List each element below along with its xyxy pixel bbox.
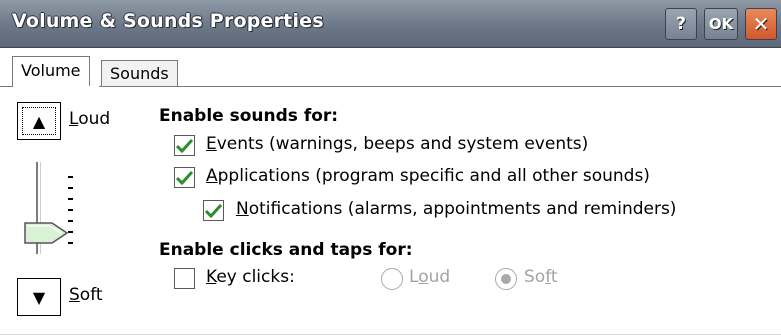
- volume-down-button[interactable]: ▼: [17, 278, 61, 316]
- enable-sounds-heading: Enable sounds for:: [159, 106, 339, 126]
- notifications-checkbox[interactable]: [203, 200, 224, 221]
- check-icon: [205, 203, 222, 218]
- enable-clicks-heading: Enable clicks and taps for:: [159, 240, 413, 260]
- close-icon: ✕: [752, 12, 770, 36]
- notifications-label[interactable]: Notifications (alarms, appointments and …: [236, 199, 676, 219]
- arrow-up-icon: ▲: [32, 111, 46, 131]
- slider-tick: [68, 209, 73, 211]
- tab-volume[interactable]: Volume: [12, 56, 90, 87]
- slider-tick: [68, 187, 73, 189]
- events-label[interactable]: Events (warnings, beeps and system event…: [206, 134, 588, 154]
- close-button[interactable]: ✕: [745, 8, 777, 40]
- help-button[interactable]: ?: [665, 8, 697, 40]
- key-clicks-loud-radio[interactable]: [381, 268, 403, 290]
- applications-checkbox[interactable]: [174, 167, 195, 188]
- applications-label[interactable]: Applications (program specific and all o…: [206, 166, 650, 186]
- window-title: Volume & Sounds Properties: [12, 10, 324, 32]
- key-clicks-loud-label: Loud: [409, 267, 451, 287]
- title-bar: Volume & Sounds Properties ? OK ✕: [0, 0, 781, 48]
- volume-up-button[interactable]: ▲: [17, 102, 61, 140]
- tab-divider: [0, 86, 781, 87]
- key-clicks-soft-radio[interactable]: [495, 268, 517, 290]
- slider-tick: [68, 176, 73, 178]
- key-clicks-label[interactable]: Key clicks:: [206, 267, 295, 287]
- arrow-down-icon: ▼: [32, 287, 46, 307]
- tab-strip: Volume Sounds: [0, 48, 781, 87]
- events-checkbox[interactable]: [174, 135, 195, 156]
- key-clicks-soft-label: Soft: [524, 267, 558, 287]
- slider-tick: [68, 198, 73, 200]
- loud-label: Loud: [69, 109, 111, 129]
- check-icon: [176, 170, 193, 185]
- key-clicks-checkbox[interactable]: [174, 268, 195, 289]
- soft-label: Soft: [69, 285, 103, 305]
- volume-slider-thumb[interactable]: [24, 222, 69, 244]
- check-icon: [176, 138, 193, 153]
- tab-sounds[interactable]: Sounds: [101, 60, 178, 87]
- ok-button[interactable]: OK: [704, 8, 738, 40]
